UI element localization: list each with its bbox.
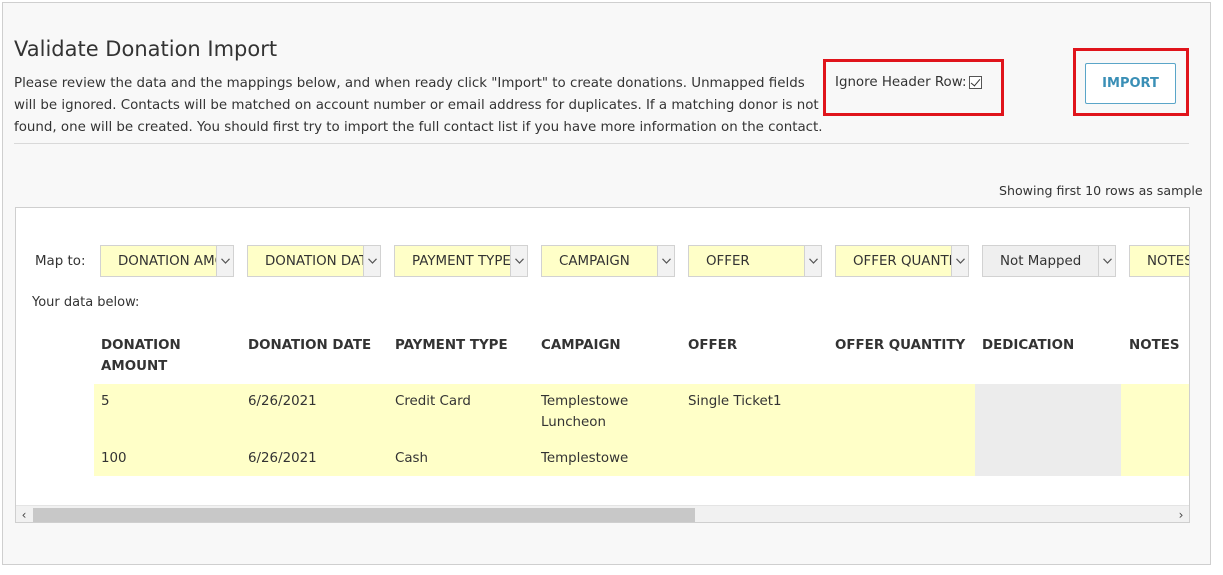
chevron-down-icon (1098, 246, 1115, 276)
header-divider (14, 143, 1189, 144)
instructions-line: will be ignored. Contacts will be matche… (14, 98, 819, 113)
instructions: Please review the data and the mappings … (14, 73, 823, 139)
mapped-columns-band (94, 384, 975, 476)
scroll-right-arrow-icon[interactable]: › (1174, 508, 1188, 522)
select-value: OFFER (706, 253, 750, 269)
column-header: DONATION DATE (248, 338, 372, 353)
column-header: CAMPAIGN (541, 338, 621, 353)
mapping-select-campaign[interactable]: CAMPAIGN (541, 245, 675, 277)
page-title: Validate Donation Import (14, 37, 278, 61)
import-button[interactable]: IMPORT (1085, 63, 1176, 104)
column-header: DONATION AMOUNT (101, 338, 181, 374)
data-preview-label: Your data below: (32, 295, 140, 310)
column-header: OFFER (688, 338, 738, 353)
table-cell: Templestowe Luncheon (541, 394, 629, 430)
table-cell: 6/26/2021 (248, 451, 317, 466)
chevron-down-icon (804, 246, 821, 276)
column-header: PAYMENT TYPE (395, 338, 508, 353)
select-value: OFFER QUANTITY (853, 253, 951, 269)
mapping-select-payment-type[interactable]: PAYMENT TYPE (394, 245, 528, 277)
select-value: PAYMENT TYPE (412, 253, 510, 269)
mapping-select-dedication[interactable]: Not Mapped (982, 245, 1116, 277)
table-cell: Cash (395, 451, 429, 466)
mapped-columns-band (1121, 384, 1189, 476)
chevron-down-icon (657, 246, 674, 276)
map-to-label: Map to: (35, 254, 86, 269)
table-cell: Templestowe (541, 451, 629, 466)
ignore-header-row-label: Ignore Header Row: (835, 75, 967, 90)
select-value: CAMPAIGN (559, 253, 630, 269)
select-value: NOTES (1147, 253, 1190, 269)
chevron-down-icon (510, 246, 527, 276)
import-dialog: Validate Donation Import Please review t… (2, 2, 1211, 565)
table-cell: 5 (101, 394, 110, 409)
column-header: OFFER QUANTITY (835, 338, 966, 353)
chevron-down-icon (216, 246, 233, 276)
column-header: NOTES (1129, 338, 1180, 353)
instructions-line: Please review the data and the mappings … (14, 76, 805, 91)
mapping-select-donation-amount[interactable]: DONATION AMOUNT (100, 245, 234, 277)
table-cell: 6/26/2021 (248, 394, 317, 409)
mapping-select-notes[interactable]: NOTES (1129, 245, 1190, 277)
horizontal-scrollbar[interactable]: ‹ › (16, 505, 1189, 522)
table-cell: 100 (101, 451, 127, 466)
scroll-left-arrow-icon[interactable]: ‹ (17, 508, 31, 522)
sample-note: Showing first 10 rows as sample (999, 183, 1203, 198)
mapping-select-donation-date[interactable]: DONATION DATE (247, 245, 381, 277)
chevron-down-icon (951, 246, 968, 276)
scrollbar-thumb[interactable] (33, 508, 695, 522)
select-value: DONATION AMOUNT (118, 253, 216, 269)
select-value: Not Mapped (1000, 253, 1082, 269)
ignore-header-row-toggle[interactable]: Ignore Header Row: (835, 75, 983, 90)
chevron-down-icon (363, 246, 380, 276)
select-value: DONATION DATE (265, 253, 363, 269)
mapping-panel: Map to: DONATION AMOUNT DONATION DATE PA… (15, 207, 1190, 523)
mapping-select-offer[interactable]: OFFER (688, 245, 822, 277)
table-cell: Credit Card (395, 394, 471, 409)
unmapped-column-band (975, 384, 1121, 476)
table-cell: Single Ticket1 (688, 394, 782, 409)
instructions-line: found, one will be created. You should f… (14, 120, 823, 135)
mapping-select-offer-quantity[interactable]: OFFER QUANTITY (835, 245, 969, 277)
ignore-header-row-checkbox[interactable] (969, 76, 983, 89)
column-header: DEDICATION (982, 338, 1075, 353)
